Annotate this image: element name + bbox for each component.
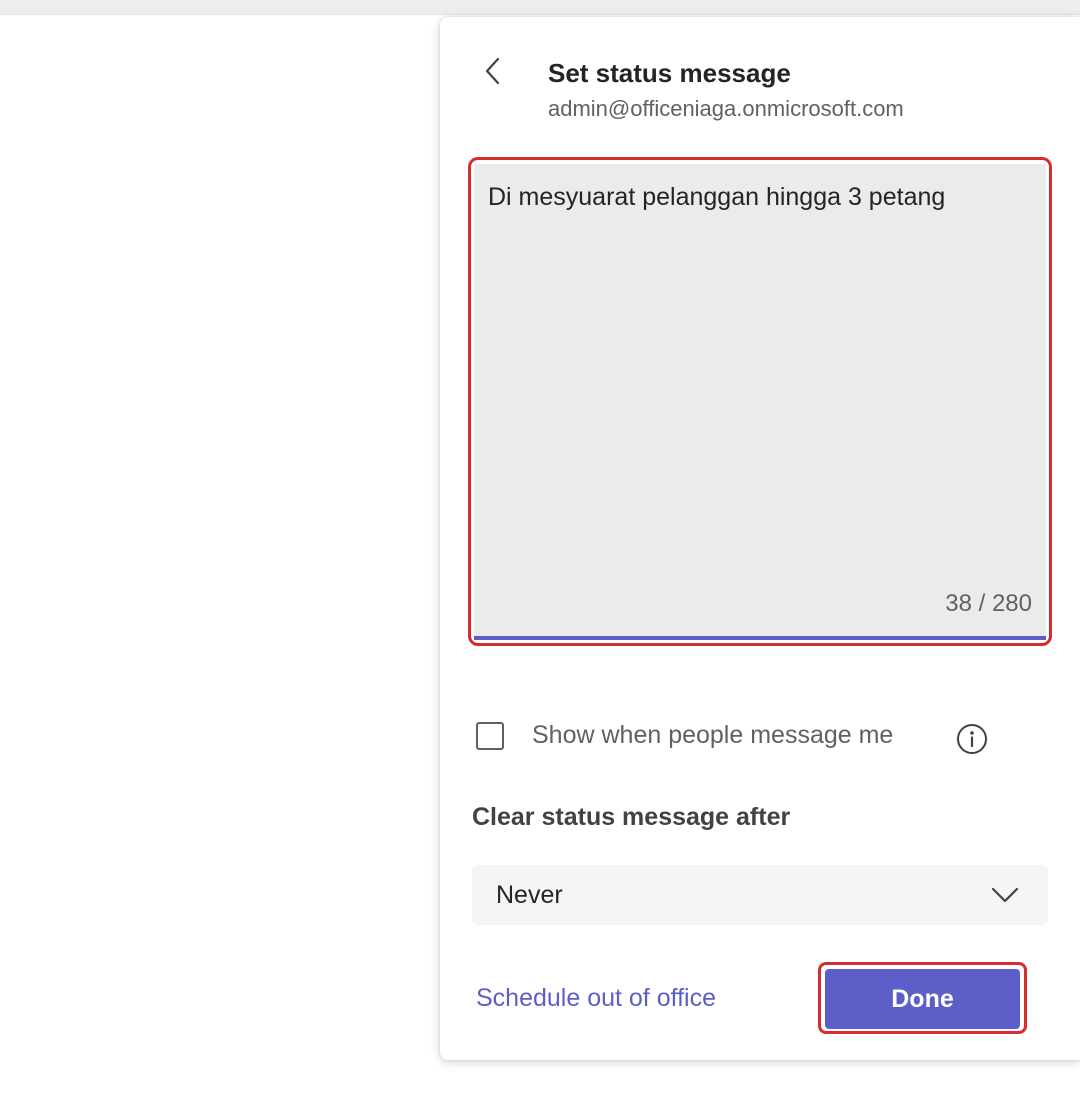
highlight-frame-message bbox=[468, 157, 1052, 646]
info-icon[interactable] bbox=[956, 723, 988, 755]
account-email: admin@officeniaga.onmicrosoft.com bbox=[548, 96, 904, 121]
panel-title: Set status message bbox=[548, 58, 791, 88]
chevron-left-icon bbox=[485, 57, 500, 85]
clear-after-heading: Clear status message after bbox=[472, 803, 791, 831]
back-button[interactable] bbox=[476, 54, 510, 88]
chevron-down-icon bbox=[991, 887, 1019, 903]
clear-after-dropdown[interactable]: Never bbox=[472, 865, 1048, 925]
schedule-out-of-office-link[interactable]: Schedule out of office bbox=[476, 984, 716, 1013]
show-when-messaged-checkbox[interactable] bbox=[476, 722, 504, 750]
show-when-messaged-label[interactable]: Show when people message me bbox=[532, 721, 893, 750]
clear-after-selected-value: Never bbox=[496, 881, 563, 909]
highlight-frame-done bbox=[818, 962, 1027, 1034]
window-top-bar bbox=[0, 0, 1080, 15]
